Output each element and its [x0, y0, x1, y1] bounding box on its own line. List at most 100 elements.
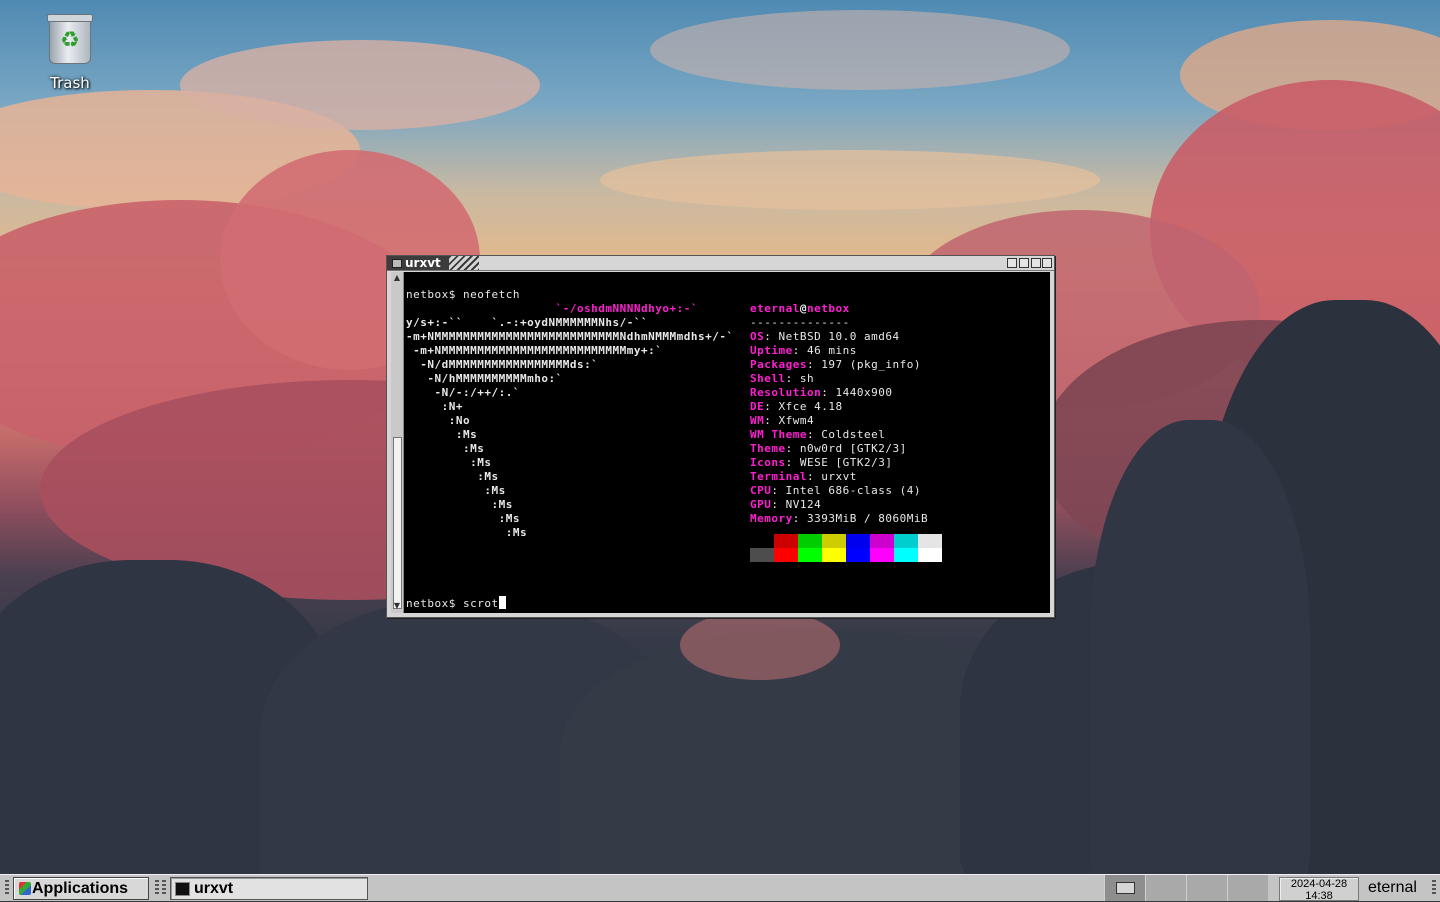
logo-line: :Ms — [406, 512, 520, 525]
taskbar-window-button[interactable]: urxvt — [170, 877, 368, 900]
clock[interactable]: 2024-04-28 14:38 — [1279, 877, 1359, 902]
close-button[interactable] — [1042, 258, 1052, 268]
text-cursor — [498, 596, 506, 609]
palette-swatch-bright — [822, 548, 846, 562]
applications-menu-button[interactable]: Applications — [13, 877, 149, 900]
logo-line: :Ms — [406, 470, 499, 483]
info-value: : NetBSD 10.0 amd64 — [764, 330, 900, 343]
info-row: Resolution: 1440x900 — [750, 386, 892, 400]
separator-line: -------------- — [750, 316, 850, 329]
logo-line: :Ms — [406, 456, 492, 469]
info-key: Memory — [750, 512, 793, 525]
scrollbar-thumb[interactable] — [393, 437, 402, 609]
palette-swatch — [918, 534, 942, 548]
panel-handle-right[interactable] — [1432, 880, 1436, 896]
info-row: Uptime: 46 mins — [750, 344, 857, 358]
trash-desktop-icon[interactable]: ♻ Trash — [34, 14, 106, 92]
at-sign: @ — [799, 302, 807, 315]
info-row: Icons: WESE [GTK2/3] — [750, 456, 892, 470]
info-row: WM: Xfwm4 — [750, 414, 814, 428]
username-label[interactable]: eternal — [1368, 875, 1417, 901]
info-key: Resolution — [750, 386, 822, 399]
info-key: Packages — [750, 358, 807, 371]
palette-swatch-bright — [870, 548, 894, 562]
scroll-up-arrow-icon[interactable]: ▲ — [392, 273, 402, 283]
window-title-tab[interactable]: urxvt — [387, 256, 449, 270]
info-value: : 1440x900 — [821, 386, 893, 399]
info-value: : urxvt — [806, 470, 857, 483]
info-row: Shell: sh — [750, 372, 814, 386]
logo-line: :Ms — [406, 442, 485, 455]
panel-handle[interactable] — [5, 880, 9, 896]
palette-swatch-bright — [918, 548, 942, 562]
logo-line: `-/oshdmNNNNdhyo+:-` — [406, 302, 699, 315]
info-key: GPU — [750, 498, 772, 511]
palette-swatch — [822, 534, 846, 548]
window-titlebar[interactable]: urxvt — [387, 256, 1054, 271]
logo-line: -m+NMMMMMMMMMMMMMMMMMMMMMMMMMMNdhmNMMMmd… — [406, 330, 734, 343]
info-key: Icons — [750, 456, 786, 469]
info-value: : 3393MiB / 8060MiB — [792, 512, 929, 525]
info-key: Theme — [750, 442, 786, 455]
workspace-3[interactable] — [1186, 875, 1227, 901]
shade-button[interactable] — [1007, 258, 1017, 268]
info-row: OS: NetBSD 10.0 amd64 — [750, 330, 900, 344]
info-key: Shell — [750, 372, 786, 385]
command-prompt-line: netbox$ neofetch — [406, 288, 520, 301]
info-key: WM — [750, 414, 765, 427]
logo-line: :Ms — [406, 526, 528, 539]
logo-line: :N+ — [406, 400, 463, 413]
titlebar-decoration — [449, 256, 479, 270]
logo-line: :Ms — [406, 498, 513, 511]
palette-swatch — [846, 534, 870, 548]
palette-swatch — [750, 534, 774, 548]
minimize-button[interactable] — [1019, 258, 1029, 268]
logo-line: -m+NMMMMMMMMMMMMMMMMMMMMMMMMMMmy+:` — [406, 344, 663, 357]
info-key: WM Theme — [750, 428, 807, 441]
tasklist-handle[interactable] — [162, 880, 166, 896]
workspace-1[interactable] — [1104, 875, 1145, 901]
scroll-down-arrow-icon[interactable]: ▼ — [392, 601, 402, 611]
info-row: WM Theme: Coldsteel — [750, 428, 885, 442]
terminal-scrollbar[interactable]: ▲ ▼ — [391, 272, 404, 613]
clock-date: 2024-04-28 — [1290, 878, 1348, 890]
taskbar: Applications urxvt 2024-04-28 14:38 eter… — [0, 874, 1440, 902]
recycle-icon: ♻ — [60, 28, 80, 53]
palette-swatch-bright — [750, 548, 774, 562]
terminal-output[interactable]: netbox$ neofetch `-/oshdmNNNNdhyo+:-` y/s… — [404, 272, 1050, 613]
logo-line: :Ms — [406, 484, 506, 497]
workspace-2[interactable] — [1145, 875, 1186, 901]
logo-line: -N/-:/++/:.` — [406, 386, 520, 399]
palette-swatch-bright — [798, 548, 822, 562]
info-value: : n0w0rd [GTK2/3] — [785, 442, 907, 455]
palette-swatch — [798, 534, 822, 548]
window-title: urxvt — [405, 256, 441, 270]
info-key: CPU — [750, 484, 772, 497]
info-value: : 197 (pkg_info) — [806, 358, 921, 371]
clock-time: 14:38 — [1305, 890, 1333, 902]
workspace-4[interactable] — [1227, 875, 1268, 901]
palette-swatch — [870, 534, 894, 548]
logo-line: :Ms — [406, 428, 478, 441]
terminal-window[interactable]: urxvt ▲ ▼ netbox$ neofetch `-/oshdmNNNNd… — [386, 255, 1055, 618]
info-value: : 46 mins — [792, 344, 857, 357]
info-value: : WESE [GTK2/3] — [785, 456, 893, 469]
info-row: Theme: n0w0rd [GTK2/3] — [750, 442, 907, 456]
applications-label: Applications — [32, 880, 129, 897]
maximize-button[interactable] — [1031, 258, 1041, 268]
info-row: Memory: 3393MiB / 8060MiB — [750, 512, 928, 526]
window-menu-button[interactable] — [392, 259, 402, 268]
palette-swatch-bright — [846, 548, 870, 562]
info-key: Terminal — [750, 470, 807, 483]
command-prompt-line-current[interactable]: netbox$ scrot — [406, 596, 506, 611]
info-value: : NV124 — [771, 498, 822, 511]
info-row: Packages: 197 (pkg_info) — [750, 358, 921, 372]
logo-line: y/s+:-`` `.-:+oydNMMMMMMNhs/-`` — [406, 316, 649, 329]
info-key: DE — [750, 400, 765, 413]
trash-label: Trash — [50, 74, 90, 92]
logo-line: :No — [406, 414, 471, 427]
user-host-line: eternal@netbox — [750, 302, 850, 316]
info-row: CPU: Intel 686-class (4) — [750, 484, 921, 498]
info-value: : sh — [785, 372, 815, 385]
host-name: netbox — [806, 302, 850, 315]
